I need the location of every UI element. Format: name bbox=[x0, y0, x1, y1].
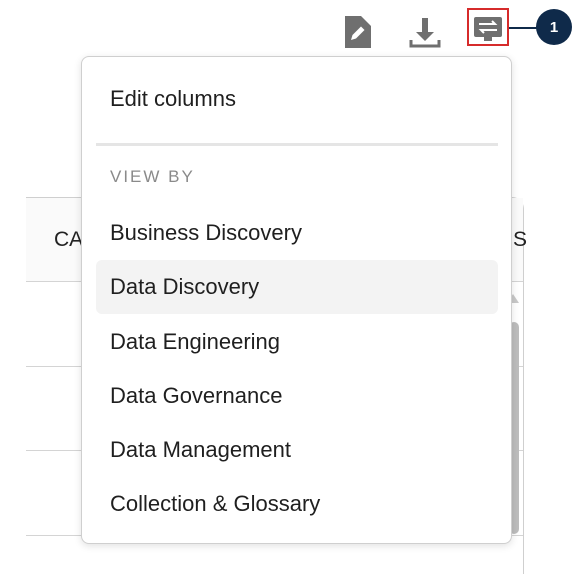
callout-badge: 1 bbox=[536, 9, 572, 45]
menu-item-data-engineering[interactable]: Data Engineering bbox=[96, 315, 498, 369]
highlight-box bbox=[467, 8, 509, 46]
edit-document-icon[interactable] bbox=[341, 14, 373, 48]
view-by-menu: Edit columns VIEW BY Business Discovery … bbox=[81, 56, 512, 544]
menu-divider bbox=[96, 143, 498, 146]
menu-item-collection-glossary[interactable]: Collection & Glossary bbox=[96, 477, 498, 531]
edit-columns-item[interactable]: Edit columns bbox=[96, 72, 498, 126]
table-header-cell-left[interactable]: CA bbox=[54, 228, 83, 252]
download-icon[interactable] bbox=[408, 16, 441, 50]
table-header-cell-right[interactable]: SS bbox=[513, 228, 527, 252]
menu-item-data-discovery[interactable]: Data Discovery bbox=[96, 260, 498, 314]
view-by-section-label: VIEW BY bbox=[110, 167, 195, 186]
menu-item-data-management[interactable]: Data Management bbox=[96, 423, 498, 477]
menu-item-data-governance[interactable]: Data Governance bbox=[96, 369, 498, 423]
menu-item-business-discovery[interactable]: Business Discovery bbox=[96, 206, 498, 260]
callout-connector bbox=[509, 27, 539, 29]
